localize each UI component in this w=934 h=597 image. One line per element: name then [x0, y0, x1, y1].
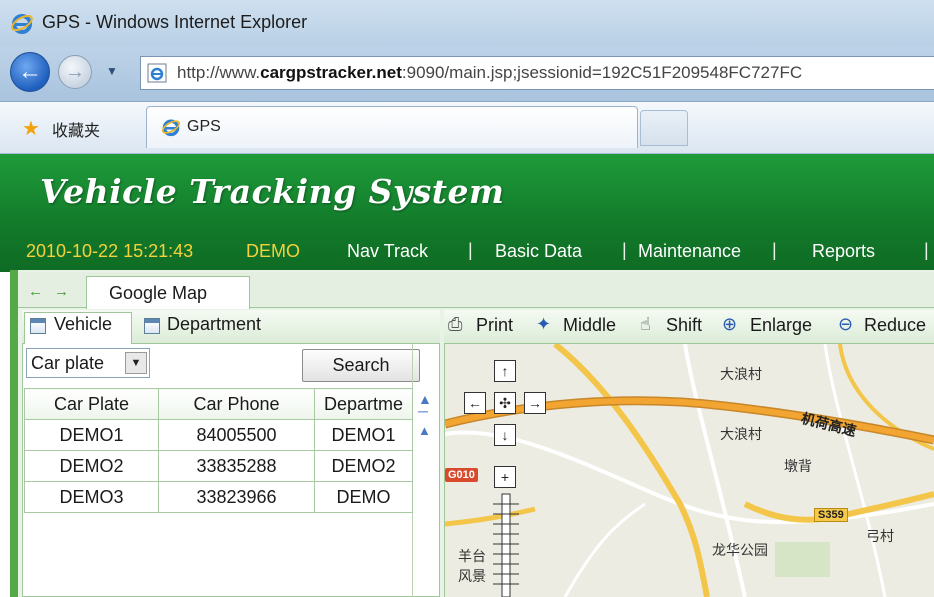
reduce-button[interactable]: Reduce — [864, 315, 926, 336]
tab-google-map-label: Google Map — [109, 283, 208, 303]
browser-tab-gps[interactable]: GPS — [146, 106, 638, 148]
app-title: Vehicle Tracking System — [40, 172, 505, 211]
middle-button[interactable]: Middle — [563, 315, 616, 336]
filter-select-value: Car plate — [31, 353, 105, 373]
frame-border — [10, 270, 18, 597]
history-dropdown-icon[interactable]: ▼ — [106, 64, 118, 78]
menu-separator: | — [772, 240, 777, 260]
pan-left-button[interactable]: ← — [464, 392, 486, 414]
cell-car-plate: DEMO2 — [24, 450, 159, 482]
column-header-department[interactable]: Departme — [314, 388, 413, 420]
column-header-car-phone[interactable]: Car Phone — [158, 388, 315, 420]
filter-select[interactable]: Car plate ▼ — [26, 348, 150, 378]
zoom-in-icon[interactable]: ⊕ — [722, 314, 737, 335]
current-user: DEMO — [246, 241, 300, 261]
menu-reports[interactable]: Reports — [812, 241, 875, 262]
map-label-scenic: 羊台 — [458, 548, 486, 564]
pan-center-button[interactable]: ✣ — [494, 392, 516, 414]
search-button[interactable]: Search — [302, 349, 420, 382]
current-datetime: 2010-10-22 15:21:43 — [26, 241, 194, 261]
cell-car-phone: 33835288 — [158, 450, 315, 482]
map-label-scenic: 风景 — [458, 568, 486, 584]
browser-tab-label: GPS — [187, 118, 221, 135]
ie-logo-icon — [11, 14, 33, 34]
tab-vehicle[interactable]: Vehicle — [54, 314, 112, 335]
table-row[interactable]: DEMO3 33823966 DEMO — [24, 481, 413, 513]
shift-button[interactable]: Shift — [666, 315, 702, 336]
table-row[interactable]: DEMO1 84005500 DEMO1 — [24, 419, 413, 451]
map-label-place: 大浪村 — [720, 366, 762, 382]
url-text: http://www.cargpstracker.net:9090/main.j… — [177, 63, 803, 82]
table-row[interactable]: DEMO2 33835288 DEMO2 — [24, 450, 413, 482]
map-label-place: 大浪村 — [720, 426, 762, 442]
map-label-place: 弓村 — [866, 528, 894, 544]
cell-car-phone: 84005500 — [158, 419, 315, 451]
menu-separator: | — [924, 240, 929, 260]
cell-department: DEMO — [314, 481, 413, 513]
cell-car-plate: DEMO1 — [24, 419, 159, 451]
menu-basic-data[interactable]: Basic Data — [495, 241, 582, 262]
route-shield-s359: S359 — [814, 508, 848, 522]
tab-department[interactable]: Department — [167, 314, 261, 335]
route-shield-g010: G010 — [445, 468, 478, 482]
tab-forward-icon[interactable]: → — [54, 283, 69, 300]
window-icon — [30, 318, 46, 334]
map-canvas[interactable] — [445, 344, 934, 597]
cell-department: DEMO1 — [314, 419, 413, 451]
window-icon — [144, 318, 160, 334]
window-title: GPS - Windows Internet Explorer — [42, 12, 308, 32]
vehicle-table: Car Plate Car Phone Departme DEMO1 84005… — [24, 388, 413, 513]
map-label-park: 龙华公园 — [712, 542, 768, 558]
map-label-place: 墩背 — [784, 458, 812, 474]
column-header-car-plate[interactable]: Car Plate — [24, 388, 159, 420]
menu-separator: | — [468, 240, 473, 260]
new-tab-button[interactable] — [640, 110, 688, 146]
back-button[interactable]: ← — [10, 52, 50, 92]
menu-separator: | — [622, 240, 627, 260]
pan-down-button[interactable]: ↓ — [494, 424, 516, 446]
table-header-row: Car Plate Car Phone Departme — [24, 388, 413, 420]
url-field[interactable]: http://www.cargpstracker.net:9090/main.j… — [140, 56, 934, 90]
zoom-in-button[interactable]: + — [494, 466, 516, 488]
scroll-up-icon[interactable]: ▲ — [418, 423, 431, 438]
chevron-down-icon[interactable]: ▼ — [125, 352, 147, 374]
forward-button[interactable]: → — [58, 55, 92, 89]
pan-up-button[interactable]: ↑ — [494, 360, 516, 382]
center-icon[interactable]: ✦ — [536, 314, 551, 335]
print-button[interactable]: Print — [476, 315, 513, 336]
scroll-to-top-icon[interactable]: ▲ ─ — [418, 392, 432, 418]
zoom-out-icon[interactable]: ⊖ — [838, 314, 853, 335]
cell-car-plate: DEMO3 — [24, 481, 159, 513]
cell-department: DEMO2 — [314, 450, 413, 482]
pan-right-button[interactable]: → — [524, 392, 546, 414]
favorites-star-icon[interactable]: ★ — [22, 116, 40, 141]
menu-nav-track[interactable]: Nav Track — [347, 241, 428, 262]
cell-car-phone: 33823966 — [158, 481, 315, 513]
favorites-button[interactable]: 收藏夹 — [52, 117, 100, 141]
printer-icon[interactable]: ⎙ — [448, 314, 462, 335]
tab-back-icon[interactable]: ← — [28, 283, 43, 300]
page-icon — [147, 63, 167, 83]
tab-ie-icon — [161, 119, 181, 137]
menu-maintenance[interactable]: Maintenance — [638, 241, 741, 262]
tab-google-map[interactable]: Google Map — [86, 276, 250, 309]
hand-pan-icon[interactable]: ☝ — [640, 314, 651, 335]
enlarge-button[interactable]: Enlarge — [750, 315, 812, 336]
